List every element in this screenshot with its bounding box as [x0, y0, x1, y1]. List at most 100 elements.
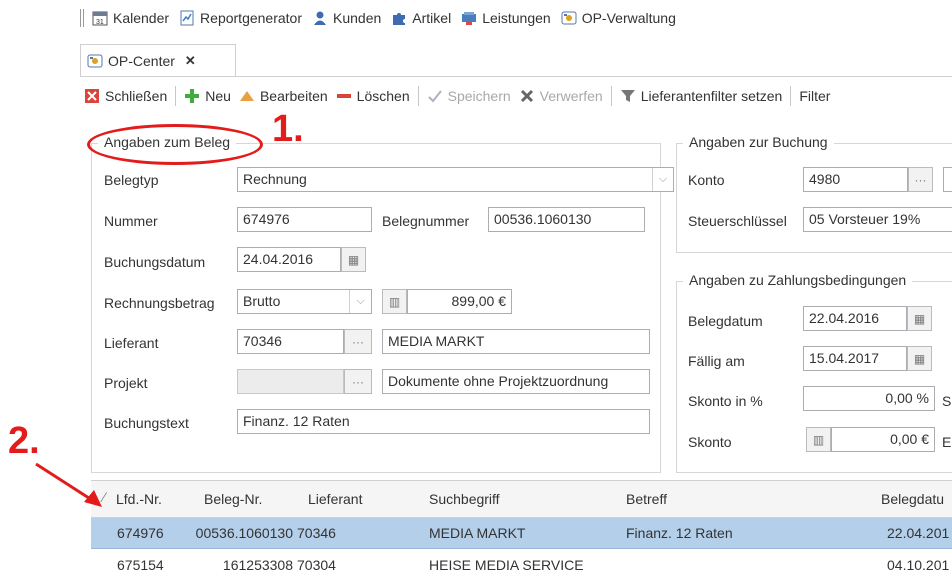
navbar-grip: [80, 9, 84, 27]
annotation-arrow: [35, 462, 102, 507]
svg-text:31: 31: [96, 19, 104, 26]
toolbar-separator: [417, 86, 419, 106]
new-button[interactable]: Neu: [180, 88, 235, 104]
skonto-pct-label: Skonto in %: [688, 393, 763, 409]
belegtyp-select[interactable]: Rechnung: [237, 167, 674, 192]
belegtyp-label: Belegtyp: [104, 172, 159, 188]
column-header[interactable]: Lieferant: [308, 491, 362, 507]
table-row[interactable]: 674976 00536.1060130 70346 MEDIA MARKT F…: [91, 518, 952, 549]
steuerschluessel-field[interactable]: 05 Vorsteuer 19%: [803, 207, 952, 232]
calendar-picker-icon[interactable]: ▦: [907, 306, 932, 331]
column-header[interactable]: Betreff: [626, 491, 667, 507]
belegdatum-field[interactable]: 22.04.2016: [803, 306, 907, 331]
nav-item-kunden[interactable]: Kunden: [312, 10, 381, 26]
cell-lieferant: 70346: [297, 525, 336, 541]
zahlung-group-title: Angaben zu Zahlungsbedingungen: [683, 272, 913, 288]
annotation-number-one: 1.: [272, 108, 304, 150]
tab-divider: [80, 76, 952, 77]
cell-belegdatum: 04.10.201: [887, 557, 950, 573]
supplier-filter-button[interactable]: Lieferantenfilter setzen: [616, 88, 787, 104]
skonto-label: Skonto: [688, 434, 732, 450]
faellig-field[interactable]: 15.04.2017: [803, 346, 907, 371]
nav-item-kalender[interactable]: 31 Kalender: [92, 10, 169, 26]
discard-button[interactable]: Verwerfen: [515, 88, 607, 104]
projekt-field[interactable]: [237, 369, 344, 394]
nav-item-label: Kalender: [113, 10, 170, 26]
projekt-lookup-button[interactable]: ···: [344, 369, 372, 394]
konto-lookup-button[interactable]: ···: [908, 167, 933, 192]
delete-button[interactable]: Löschen: [332, 88, 414, 104]
close-button[interactable]: Schließen: [80, 88, 171, 104]
skonto-pct-suffix: S: [942, 393, 952, 409]
cell-belegdatum: 22.04.201: [887, 525, 950, 541]
konto-label: Konto: [688, 172, 725, 188]
konto-field[interactable]: 4980: [803, 167, 908, 192]
nav-item-op-verwaltung[interactable]: OP-Verwaltung: [561, 10, 676, 26]
belegtyp-value: Rechnung: [243, 171, 307, 187]
annotation-ellipse: [87, 124, 263, 165]
lieferant-label: Lieferant: [104, 335, 159, 351]
nav-item-label: Kunden: [333, 10, 382, 26]
rechnungsbetrag-label: Rechnungsbetrag: [104, 295, 215, 311]
delete-button-label: Löschen: [356, 88, 410, 104]
annotation-number-two: 2.: [8, 420, 40, 462]
nav-item-leistungen[interactable]: Leistungen: [461, 10, 551, 26]
tab-op-center[interactable]: OP-Center ✕: [80, 44, 236, 76]
edit-button-label: Bearbeiten: [259, 88, 328, 104]
edit-button[interactable]: Bearbeiten: [235, 88, 332, 104]
buchung-group: [676, 143, 952, 253]
lieferant-nr-field[interactable]: 70346: [237, 329, 344, 354]
belegnummer-label: Belegnummer: [382, 213, 470, 229]
calendar-picker-icon[interactable]: ▦: [907, 346, 932, 371]
skonto-pct-field[interactable]: 0,00 %: [803, 386, 935, 411]
save-button-label: Speichern: [447, 88, 511, 104]
chevron-down-icon[interactable]: ⌵: [349, 290, 371, 313]
minus-icon: [336, 94, 351, 98]
nummer-field[interactable]: 674976: [237, 207, 372, 232]
column-header[interactable]: Suchbegriff: [429, 491, 500, 507]
belegnummer-field[interactable]: 00536.1060130: [488, 207, 645, 232]
plus-icon: [185, 89, 200, 103]
discard-button-label: Verwerfen: [539, 88, 603, 104]
cell-lieferant: 70304: [297, 557, 336, 573]
close-button-label: Schließen: [105, 88, 168, 104]
calculator-icon[interactable]: ▥: [382, 289, 407, 314]
lieferant-lookup-button[interactable]: ···: [344, 329, 372, 354]
filter-button[interactable]: Filter: [795, 88, 834, 104]
chevron-down-icon[interactable]: ⌵: [652, 168, 673, 191]
table-row[interactable]: 675154 161253308 70304 HEISE MEDIA SERVI…: [91, 550, 952, 581]
save-button[interactable]: Speichern: [423, 88, 515, 104]
buchungstext-label: Buchungstext: [104, 415, 189, 431]
lieferant-name-field[interactable]: MEDIA MARKT: [382, 329, 650, 354]
close-icon[interactable]: ✕: [185, 53, 196, 69]
nav-item-label: Reportgenerator: [200, 10, 302, 26]
op-icon: [561, 11, 577, 25]
toolbar-separator: [175, 86, 177, 106]
cell-lfd-nr: 675154: [117, 557, 164, 573]
betrag-type-value: Brutto: [243, 293, 281, 309]
calendar-picker-icon[interactable]: ▦: [341, 247, 366, 272]
cell-lfd-nr: 674976: [117, 525, 164, 541]
op-icon: [87, 54, 103, 67]
column-header[interactable]: Belegdatu: [881, 491, 944, 507]
buchungstext-field[interactable]: Finanz. 12 Raten: [237, 409, 650, 434]
toolbar-separator: [610, 86, 612, 106]
skonto-field[interactable]: 0,00 €: [831, 427, 935, 452]
projekt-name-field[interactable]: Dokumente ohne Projektzuordnung: [382, 369, 650, 394]
nav-item-label: Artikel: [412, 10, 452, 26]
betrag-field[interactable]: 899,00 €: [407, 289, 512, 314]
nummer-label: Nummer: [104, 213, 158, 229]
calculator-icon[interactable]: ▥: [806, 427, 831, 452]
steuerschluessel-label: Steuerschlüssel: [688, 213, 787, 229]
nav-item-reportgenerator[interactable]: Reportgenerator: [179, 10, 302, 26]
table-header: ∕ Lfd.-Nr. Beleg-Nr. Lieferant Suchbegri…: [91, 480, 952, 518]
konto-extra-field[interactable]: [943, 167, 952, 192]
nav-item-artikel[interactable]: Artikel: [391, 10, 451, 26]
checkmark-icon: [427, 90, 442, 103]
column-header[interactable]: Lfd.-Nr.: [116, 491, 162, 507]
column-header[interactable]: Beleg-Nr.: [204, 491, 262, 507]
cell-betreff: Finanz. 12 Raten: [626, 525, 733, 541]
buchungsdatum-field[interactable]: 24.04.2016: [237, 247, 341, 272]
nav-item-label: OP-Verwaltung: [581, 10, 676, 26]
triangle-up-icon: [239, 91, 254, 101]
